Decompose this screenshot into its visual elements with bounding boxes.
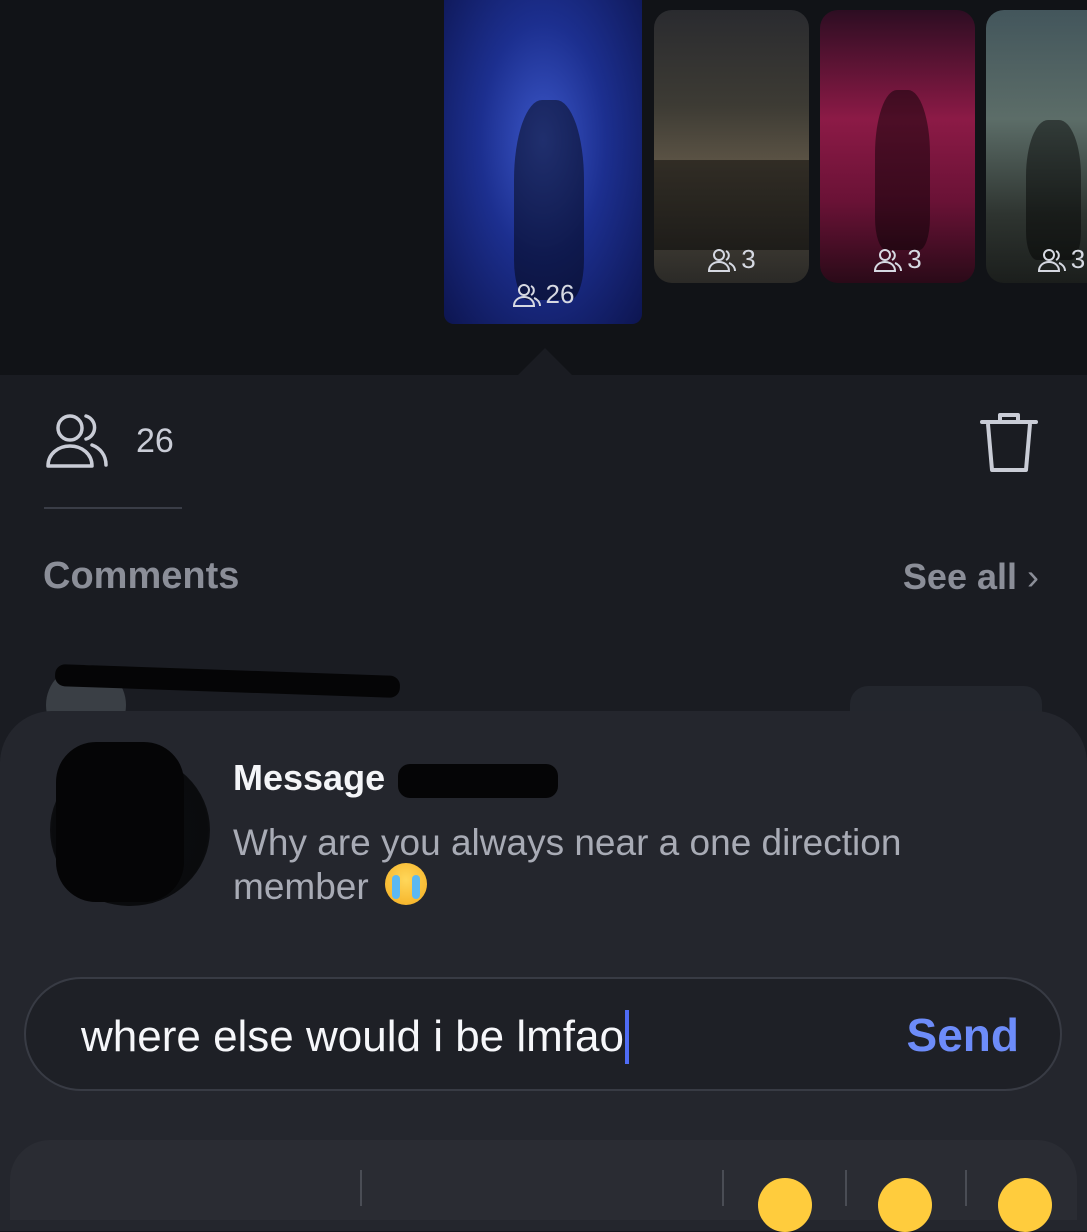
suggestion-divider <box>845 1170 847 1206</box>
viewer-count: 26 <box>136 421 174 460</box>
emoji-suggestion-icon[interactable] <box>998 1178 1052 1232</box>
send-button[interactable]: Send <box>907 1008 1019 1062</box>
story-viewer-count: 3 <box>820 244 975 275</box>
redaction <box>56 742 184 902</box>
story-viewer-count: 3 <box>654 244 809 275</box>
chevron-right-icon: › <box>1027 556 1039 597</box>
suggestion-divider <box>360 1170 362 1206</box>
see-all-button[interactable]: See all › <box>903 556 1039 598</box>
story-thumbnail[interactable]: 3 <box>986 10 1087 283</box>
story-thumbnail[interactable]: 3 <box>820 10 975 283</box>
people-icon <box>874 248 903 272</box>
trash-icon[interactable] <box>978 410 1040 474</box>
people-icon <box>708 248 737 272</box>
people-icon <box>512 283 541 307</box>
story-viewer-count: 3 <box>986 244 1087 275</box>
message-input-text[interactable]: where else would i be lmfao <box>81 1010 629 1064</box>
see-all-label: See all <box>902 556 1017 597</box>
story-thumbnail-selected[interactable]: 26 <box>444 0 642 324</box>
loudly-crying-face-icon <box>384 863 427 905</box>
selection-caret <box>517 348 573 376</box>
viewers-button[interactable]: 26 <box>44 410 174 472</box>
people-icon <box>1037 248 1066 272</box>
emoji-suggestion-icon[interactable] <box>878 1178 932 1232</box>
text-cursor <box>624 1010 629 1064</box>
message-title: Message <box>233 757 386 798</box>
redaction <box>398 764 558 798</box>
tab-underline <box>44 507 182 509</box>
suggestion-divider <box>722 1170 724 1206</box>
story-reply-text: Why are you always near a one direction … <box>233 822 902 907</box>
comments-heading: Comments <box>43 555 240 597</box>
suggestion-divider <box>965 1170 967 1206</box>
people-icon <box>46 414 108 468</box>
emoji-suggestion-icon[interactable] <box>758 1178 812 1232</box>
story-thumbnail[interactable]: 3 <box>654 10 809 283</box>
story-viewer-count: 26 <box>444 279 642 310</box>
